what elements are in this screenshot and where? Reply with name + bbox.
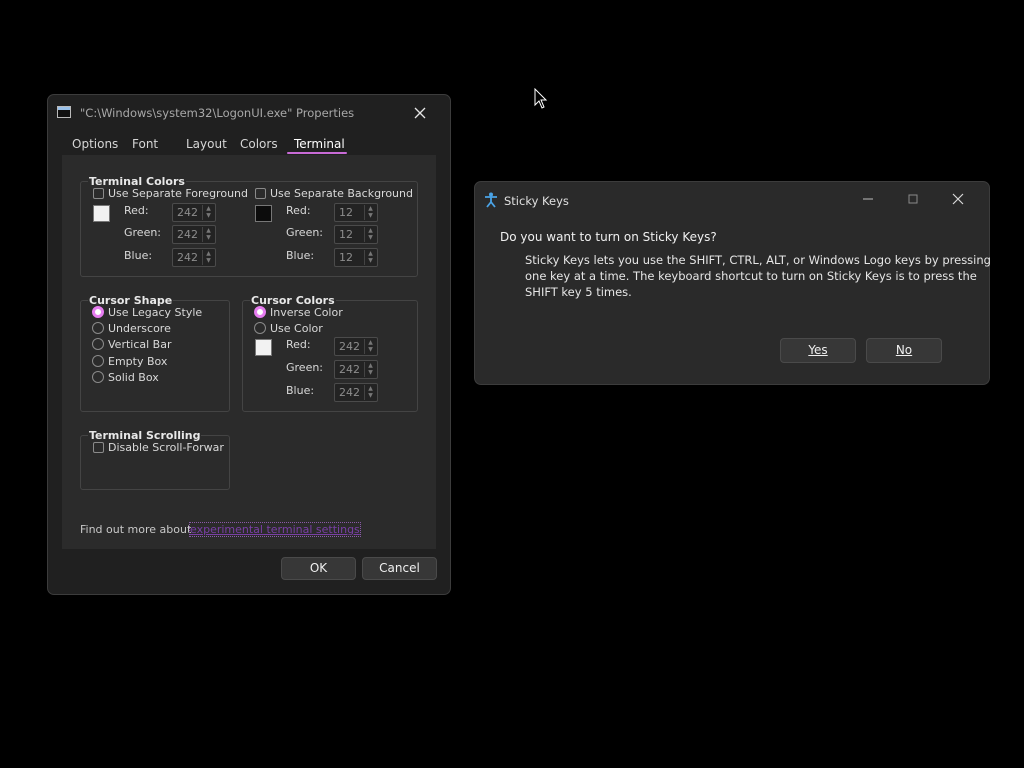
close-icon[interactable]: [948, 190, 968, 208]
fg-red-spinner[interactable]: 242 ▲ ▼: [172, 203, 216, 222]
sticky-keys-description-line: one key at a time. The keyboard shortcut…: [525, 269, 977, 283]
sticky-keys-question: Do you want to turn on Sticky Keys?: [500, 230, 717, 244]
spin-arrows-icon[interactable]: ▲ ▼: [364, 385, 376, 400]
fg-blue-label: Blue:: [124, 249, 153, 262]
bg-green-spinner[interactable]: 12 ▲ ▼: [334, 225, 378, 244]
bg-red-value[interactable]: 12: [339, 206, 353, 219]
vertical-bar-label[interactable]: Vertical Bar: [108, 338, 171, 351]
use-color-label[interactable]: Use Color: [270, 322, 323, 335]
dialog-title: "C:\Windows\system32\LogonUI.exe" Proper…: [80, 106, 355, 120]
bg-blue-label: Blue:: [286, 249, 315, 262]
fg-green-label: Green:: [124, 226, 162, 239]
solid-box-radio[interactable]: [92, 371, 104, 383]
cancel-button[interactable]: Cancel: [362, 557, 437, 580]
use-color-radio[interactable]: [254, 322, 266, 334]
cursor-green-spinner[interactable]: 242 ▲ ▼: [334, 360, 378, 379]
bg-green-value[interactable]: 12: [339, 228, 353, 241]
tab-font[interactable]: Font: [132, 137, 158, 155]
use-separate-foreground-label[interactable]: Use Separate Foreground: [108, 187, 248, 200]
spin-arrows-icon[interactable]: ▲ ▼: [202, 227, 214, 242]
cursor-blue-label: Blue:: [286, 384, 315, 397]
cursor-color-swatch: [255, 339, 272, 356]
accessibility-icon: [484, 192, 498, 208]
sticky-keys-title: Sticky Keys: [504, 194, 569, 208]
yes-button[interactable]: Yes: [780, 338, 856, 363]
no-button-label[interactable]: No: [896, 343, 912, 357]
cursor-red-value[interactable]: 242: [339, 340, 360, 353]
cursor-green-label: Green:: [286, 361, 324, 374]
background-color-swatch: [255, 205, 272, 222]
no-button[interactable]: No: [866, 338, 942, 363]
solid-box-label[interactable]: Solid Box: [108, 371, 159, 384]
underscore-radio[interactable]: [92, 322, 104, 334]
fg-blue-value[interactable]: 242: [177, 251, 198, 264]
experimental-settings-link[interactable]: experimental terminal settings: [189, 522, 361, 537]
tab-options[interactable]: Options: [72, 137, 118, 155]
ok-button[interactable]: OK: [281, 557, 356, 580]
cursor-red-label: Red:: [286, 338, 311, 351]
disable-scroll-forward-label[interactable]: Disable Scroll-Forwar: [108, 441, 224, 454]
cursor-red-spinner[interactable]: 242 ▲ ▼: [334, 337, 378, 356]
empty-box-radio[interactable]: [92, 355, 104, 367]
cursor-blue-value[interactable]: 242: [339, 386, 360, 399]
inverse-color-label[interactable]: Inverse Color: [270, 306, 343, 319]
cursor-green-value[interactable]: 242: [339, 363, 360, 376]
use-separate-background-checkbox[interactable]: [255, 188, 266, 199]
use-separate-background-label[interactable]: Use Separate Background: [270, 187, 413, 200]
yes-button-label[interactable]: Yes: [808, 343, 827, 357]
sticky-keys-description-line: Sticky Keys lets you use the SHIFT, CTRL…: [525, 253, 991, 267]
spin-arrows-icon[interactable]: ▲ ▼: [364, 205, 376, 220]
cursor-blue-spinner[interactable]: 242 ▲ ▼: [334, 383, 378, 402]
use-legacy-style-label[interactable]: Use Legacy Style: [108, 306, 202, 319]
spin-arrows-icon[interactable]: ▲ ▼: [364, 227, 376, 242]
use-legacy-style-radio[interactable]: [92, 306, 104, 318]
inverse-color-radio[interactable]: [254, 306, 266, 318]
active-tab-indicator: [287, 152, 347, 154]
sticky-keys-description-line: SHIFT key 5 times.: [525, 285, 632, 299]
spin-arrows-icon[interactable]: ▲ ▼: [202, 250, 214, 265]
tab-colors[interactable]: Colors: [240, 137, 278, 155]
spin-arrows-icon[interactable]: ▲ ▼: [364, 362, 376, 377]
bg-red-spinner[interactable]: 12 ▲ ▼: [334, 203, 378, 222]
mouse-pointer-icon: [534, 87, 548, 110]
use-separate-foreground-checkbox[interactable]: [93, 188, 104, 199]
find-more-text: Find out more about: [80, 523, 192, 536]
tab-layout[interactable]: Layout: [186, 137, 227, 155]
foreground-color-swatch: [93, 205, 110, 222]
close-icon[interactable]: [411, 104, 429, 122]
vertical-bar-radio[interactable]: [92, 338, 104, 350]
spin-arrows-icon[interactable]: ▲ ▼: [364, 250, 376, 265]
fg-green-spinner[interactable]: 242 ▲ ▼: [172, 225, 216, 244]
underscore-label[interactable]: Underscore: [108, 322, 171, 335]
bg-green-label: Green:: [286, 226, 324, 239]
fg-red-label: Red:: [124, 204, 149, 217]
fg-red-value[interactable]: 242: [177, 206, 198, 219]
empty-box-label[interactable]: Empty Box: [108, 355, 167, 368]
minimize-icon[interactable]: [858, 190, 878, 208]
bg-blue-spinner[interactable]: 12 ▲ ▼: [334, 248, 378, 267]
bg-blue-value[interactable]: 12: [339, 251, 353, 264]
fg-blue-spinner[interactable]: 242 ▲ ▼: [172, 248, 216, 267]
disable-scroll-forward-checkbox[interactable]: [93, 442, 104, 453]
bg-red-label: Red:: [286, 204, 311, 217]
spin-arrows-icon[interactable]: ▲ ▼: [202, 205, 214, 220]
spin-arrows-icon[interactable]: ▲ ▼: [364, 339, 376, 354]
maximize-icon[interactable]: [903, 190, 923, 208]
fg-green-value[interactable]: 242: [177, 228, 198, 241]
console-app-icon: [57, 106, 71, 118]
